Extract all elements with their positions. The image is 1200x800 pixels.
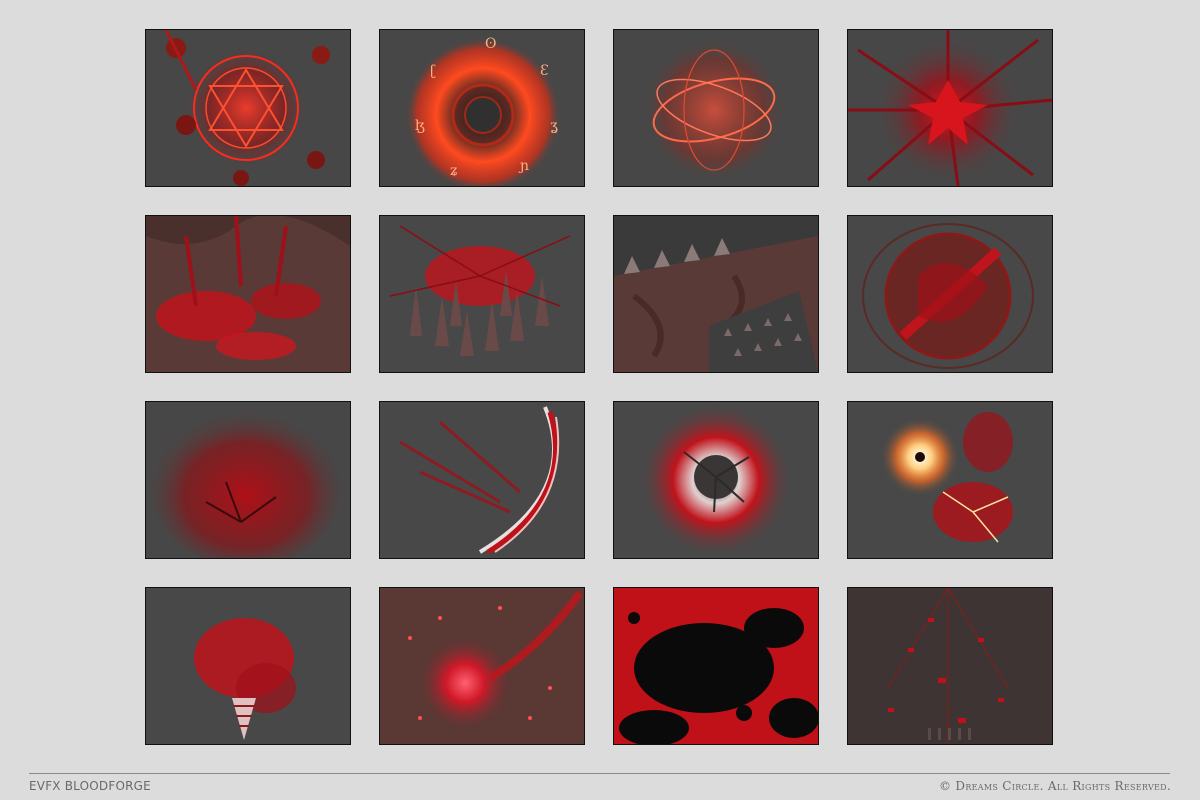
- thumbnail-14[interactable]: [379, 587, 585, 745]
- svg-text:ɮ: ɮ: [415, 118, 425, 134]
- summoning-circle-icon: [146, 30, 350, 186]
- spiked-explosion-icon: [614, 402, 818, 558]
- copyright-notice: © Dreams Circle. All Rights Reserved.: [938, 779, 1171, 793]
- rune-sphere-icon: [614, 30, 818, 186]
- svg-text:ɲ: ɲ: [518, 158, 529, 174]
- svg-text:ʗ: ʗ: [430, 63, 436, 79]
- thumbnail-7[interactable]: [613, 215, 819, 373]
- blood-spikes-icon: [380, 216, 584, 372]
- thumbnail-4[interactable]: [847, 29, 1053, 187]
- thumbnail-16[interactable]: [847, 587, 1053, 745]
- blood-cloud-icon: [146, 402, 350, 558]
- thumbnail-6[interactable]: [379, 215, 585, 373]
- svg-text:Ɛ: Ɛ: [540, 63, 549, 79]
- blood-nova-icon: [380, 588, 584, 744]
- blood-burst-icon: [848, 30, 1052, 186]
- thumbnail-2[interactable]: ʗ ʘ Ɛʓ ɲ ʑ ɮ: [379, 29, 585, 187]
- svg-text:ʑ: ʑ: [450, 163, 458, 179]
- thumbnail-3[interactable]: [613, 29, 819, 187]
- blood-orb-icon: [848, 216, 1052, 372]
- thumbnail-12[interactable]: [847, 401, 1053, 559]
- footer-divider: [29, 773, 1170, 774]
- svg-text:ʓ: ʓ: [550, 118, 558, 134]
- thumbnail-10[interactable]: [379, 401, 585, 559]
- blood-rain-icon: [848, 588, 1052, 744]
- thumbnail-8[interactable]: [847, 215, 1053, 373]
- gallery-page: ʗ ʘ Ɛʓ ɲ ʑ ɮ EVFX BLOODFORGE © Dreams Circ…: [0, 0, 1200, 800]
- thumbnail-13[interactable]: [145, 587, 351, 745]
- effects-grid: ʗ ʘ Ɛʓ ɲ ʑ ɮ: [145, 29, 1053, 745]
- thumbnail-15[interactable]: [613, 587, 819, 745]
- rune-portal-icon: ʗ ʘ Ɛʓ ɲ ʑ ɮ: [380, 30, 584, 186]
- blood-ground-splatter-icon: [146, 216, 350, 372]
- blood-drill-icon: [146, 588, 350, 744]
- blood-splash-screen-icon: [614, 588, 818, 744]
- thumbnail-9[interactable]: [145, 401, 351, 559]
- blood-slash-icon: [380, 402, 584, 558]
- thumbnail-1[interactable]: [145, 29, 351, 187]
- fire-blood-explosion-icon: [848, 402, 1052, 558]
- product-title: EVFX BLOODFORGE: [29, 779, 151, 793]
- thumbnail-11[interactable]: [613, 401, 819, 559]
- thumbnail-5[interactable]: [145, 215, 351, 373]
- svg-text:ʘ: ʘ: [485, 36, 496, 52]
- spike-wall-icon: [614, 216, 818, 372]
